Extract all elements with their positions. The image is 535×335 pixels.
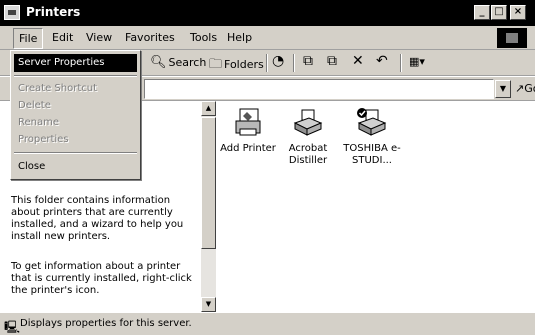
status-text: Displays properties for this server. (20, 318, 192, 329)
title-bar[interactable]: Printers _ □ × (0, 0, 535, 26)
minimize-button[interactable]: _ (474, 5, 490, 20)
menu-item-rename[interactable]: Rename (14, 114, 137, 132)
add-printer-icon (235, 108, 261, 136)
search-button[interactable]: 🔍︎ Search (150, 55, 206, 70)
move-to-icon[interactable]: ⧉ (303, 53, 313, 69)
menu-help[interactable]: Help (227, 31, 252, 44)
printer-name: Add Printer (220, 143, 276, 154)
printers-view: Add Printer Acrobat Distiller TOSHIBA e-… (216, 101, 535, 312)
folders-icon: 🗀 (209, 57, 223, 72)
menu-favorites[interactable]: Favorites (125, 31, 175, 44)
server-icon: 🖳 (4, 320, 21, 334)
info-text-intro: This folder contains information about p… (11, 195, 184, 242)
go-button[interactable]: ↗Go (515, 82, 535, 95)
printer-name: TOSHIBA e-STUDI... (343, 143, 401, 166)
menu-separator (14, 75, 137, 77)
info-text-help: To get information about a printer that … (11, 261, 192, 296)
go-label: Go (524, 82, 535, 95)
menu-edit[interactable]: Edit (52, 31, 73, 44)
copy-to-icon[interactable]: ⧉ (327, 53, 337, 69)
menu-separator (14, 152, 137, 154)
menu-item-server-properties[interactable]: Server Properties (14, 54, 137, 72)
printer-item-toshiba[interactable]: TOSHIBA e-STUDI... (340, 107, 404, 167)
search-icon: 🔍︎ (150, 55, 167, 70)
window-title: Printers (26, 5, 81, 19)
maximize-button[interactable]: □ (491, 5, 507, 20)
printer-item-acrobat-distiller[interactable]: Acrobat Distiller (276, 107, 340, 167)
address-input[interactable] (144, 79, 494, 99)
folders-label: Folders (224, 58, 264, 71)
scroll-up-button[interactable]: ▲ (201, 101, 216, 116)
file-menu-dropdown: Server Properties Create Shortcut Delete… (10, 50, 141, 180)
status-bar: 🖳 Displays properties for this server. (0, 312, 535, 335)
printer-item-add-printer[interactable]: Add Printer (216, 107, 280, 155)
windows-logo-icon (497, 28, 527, 48)
info-pane-scrollbar[interactable]: ▲ ▼ (201, 101, 216, 312)
menu-item-delete[interactable]: Delete (14, 97, 137, 115)
menu-item-close[interactable]: Close (14, 158, 137, 176)
folders-button[interactable]: 🗀 Folders (209, 55, 264, 77)
toolbar-separator (400, 54, 402, 72)
default-printer-icon (357, 108, 387, 136)
menu-view[interactable]: View (86, 31, 112, 44)
menu-item-properties[interactable]: Properties (14, 131, 137, 149)
printer-folder-icon (4, 5, 20, 20)
scroll-down-button[interactable]: ▼ (201, 297, 216, 312)
history-icon[interactable]: ◔ (272, 53, 284, 69)
go-arrow-icon: ↗ (515, 82, 525, 95)
address-dropdown-button[interactable]: ▼ (495, 80, 511, 98)
printer-icon (293, 109, 323, 136)
toolbar-separator (293, 54, 295, 72)
menu-item-create-shortcut[interactable]: Create Shortcut (14, 80, 137, 98)
delete-icon[interactable]: ✕ (352, 53, 364, 69)
printer-name: Acrobat Distiller (288, 143, 328, 166)
search-label: Search (168, 56, 207, 69)
scroll-thumb[interactable] (201, 117, 216, 249)
close-button[interactable]: × (510, 5, 526, 20)
toolbar-separator (266, 54, 268, 72)
menu-bar: File Edit View Favorites Tools Help (0, 26, 535, 50)
views-button[interactable]: ▦▾ (409, 55, 425, 68)
menu-tools[interactable]: Tools (190, 31, 217, 44)
menu-file[interactable]: File (13, 28, 44, 49)
undo-icon[interactable]: ↶ (376, 53, 388, 69)
